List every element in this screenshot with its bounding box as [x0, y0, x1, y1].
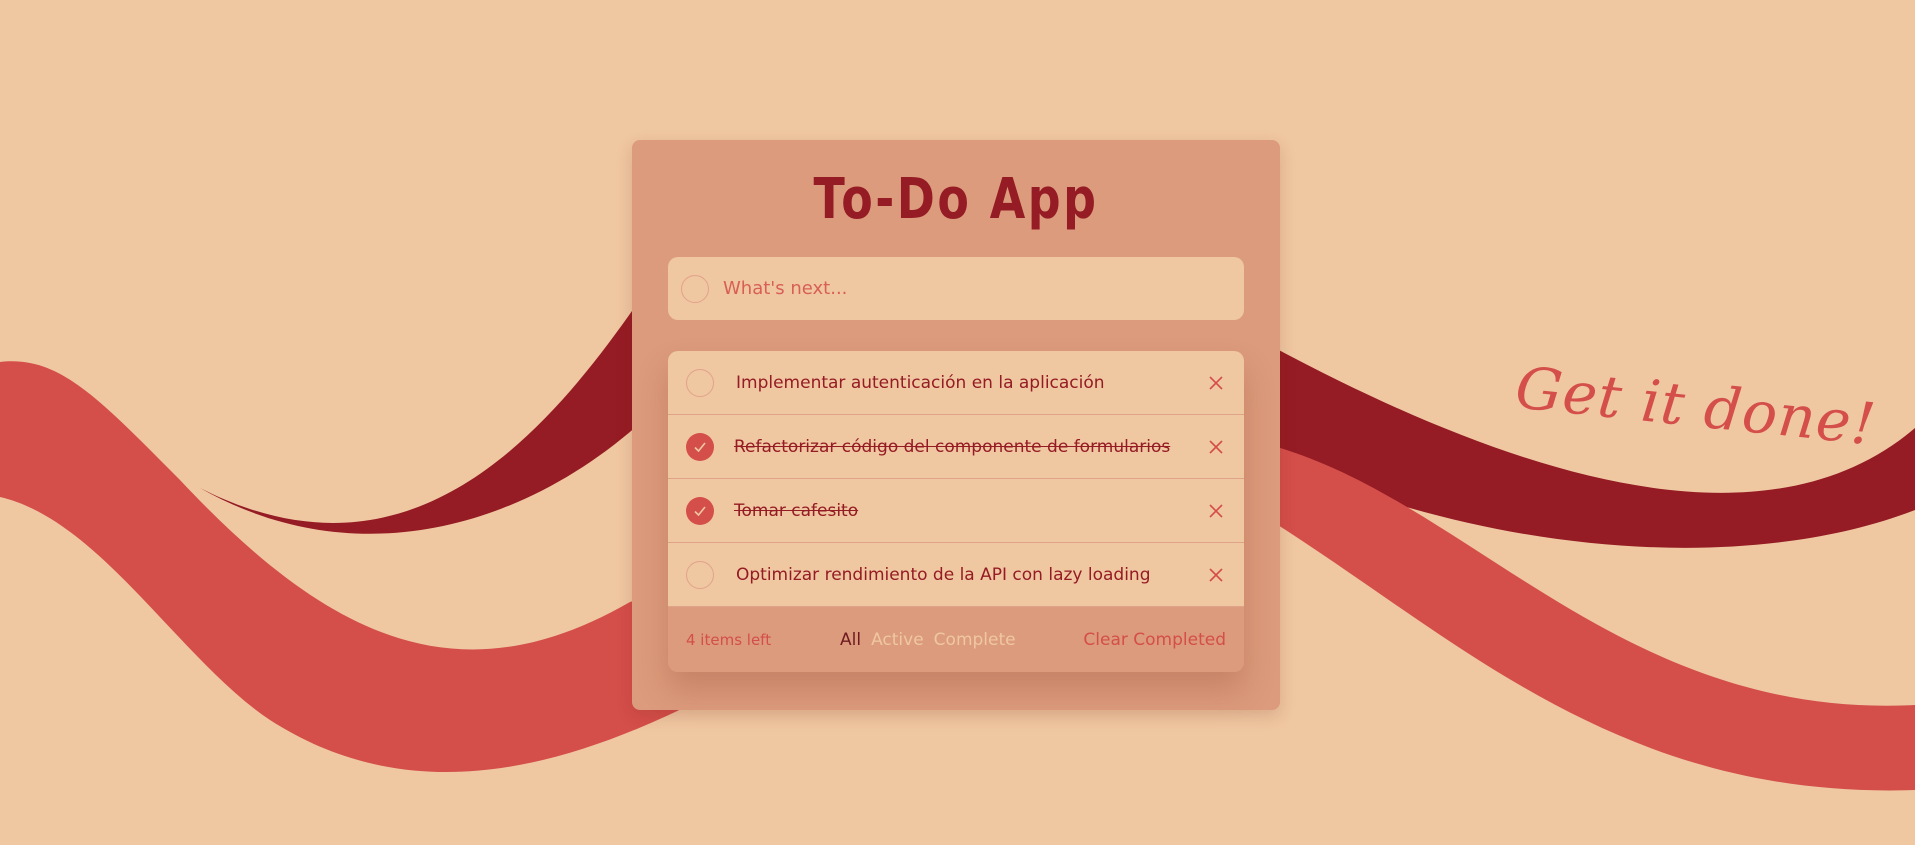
filter-active[interactable]: Active	[871, 630, 924, 650]
items-left-count: 4 items left	[686, 630, 772, 649]
todo-card: To-Do App Implementar autenticación en l…	[632, 140, 1280, 710]
close-icon[interactable]	[1208, 503, 1224, 519]
app-title: To-Do App	[813, 167, 1099, 232]
todo-footer: 4 items left All Active Complete Clear C…	[668, 607, 1244, 672]
close-icon[interactable]	[1208, 375, 1224, 391]
app-stage: Get it done! To-Do App Implementar auten…	[0, 0, 1915, 845]
todo-item: Tomar cafesito	[668, 479, 1244, 543]
circle-icon[interactable]	[686, 368, 714, 397]
todo-text: Optimizar rendimiento de la API con lazy…	[736, 564, 1151, 585]
todo-item: Refactorizar código del componente de fo…	[668, 415, 1244, 479]
todo-text: Refactorizar código del componente de fo…	[734, 436, 1171, 457]
circle-icon[interactable]	[686, 560, 714, 589]
filter-all[interactable]: All	[840, 630, 861, 650]
filter-complete[interactable]: Complete	[934, 630, 1016, 650]
close-icon[interactable]	[1208, 567, 1224, 583]
todo-item: Optimizar rendimiento de la API con lazy…	[668, 543, 1244, 607]
todo-item: Implementar autenticación en la aplicaci…	[668, 351, 1244, 415]
todo-list: Implementar autenticación en la aplicaci…	[668, 351, 1244, 672]
new-todo-bar	[668, 257, 1244, 320]
todo-text: Tomar cafesito	[734, 500, 859, 521]
new-todo-input[interactable]	[721, 277, 1225, 300]
todo-text: Implementar autenticación en la aplicaci…	[736, 372, 1105, 393]
close-icon[interactable]	[1208, 439, 1224, 455]
filter-group: All Active Complete	[840, 630, 1016, 650]
check-icon[interactable]	[686, 496, 714, 525]
toggle-all-circle-icon[interactable]	[681, 274, 709, 303]
clear-completed-button[interactable]: Clear Completed	[1083, 630, 1226, 650]
check-icon[interactable]	[686, 432, 714, 461]
